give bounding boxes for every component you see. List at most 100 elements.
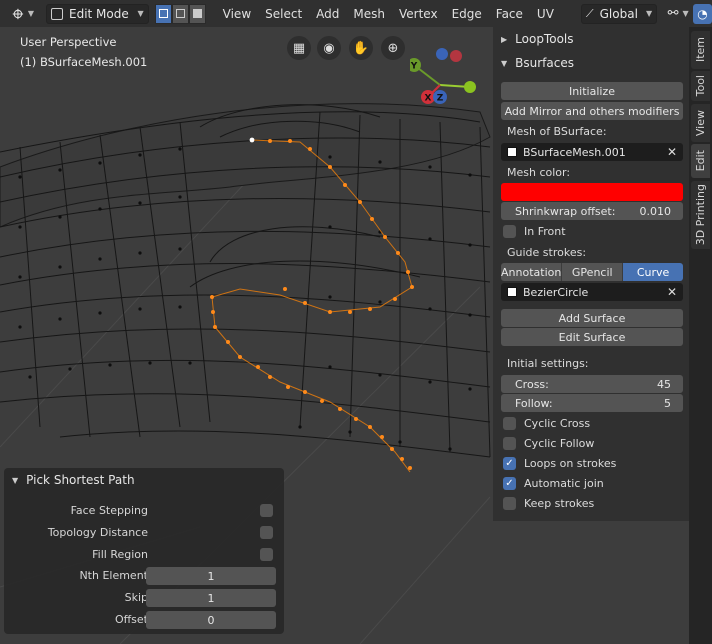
- curve-field[interactable]: BezierCircle ✕: [501, 283, 683, 301]
- topology-distance-row: Topology Distance: [4, 524, 284, 542]
- tab-tool[interactable]: Tool: [691, 71, 710, 101]
- keep-strokes-checkbox[interactable]: Keep strokes: [503, 497, 594, 510]
- initialize-button[interactable]: Initialize: [501, 82, 683, 100]
- cyclic-follow-label: Cyclic Follow: [524, 437, 595, 450]
- topology-distance-checkbox[interactable]: [260, 526, 273, 539]
- menu-vertex[interactable]: Vertex: [392, 4, 445, 24]
- grid-view-icon[interactable]: ▦: [287, 36, 311, 60]
- editor-3d-icon: [12, 8, 24, 19]
- vertex-select-icon[interactable]: [154, 3, 172, 24]
- curve-object-icon: [507, 287, 517, 297]
- chevron-down-icon: ▼: [682, 9, 689, 18]
- menu-edge[interactable]: Edge: [445, 4, 489, 24]
- menu-uv[interactable]: UV: [530, 4, 561, 24]
- tab-curve[interactable]: Curve: [623, 263, 684, 281]
- gizmo-x-label: X: [425, 94, 432, 104]
- mode-select[interactable]: Edit Mode ▼: [46, 3, 149, 24]
- operator-title: Pick Shortest Path: [26, 473, 135, 487]
- menu-add[interactable]: Add: [309, 4, 346, 24]
- mode-label: Edit Mode: [69, 6, 129, 21]
- add-mirror-button[interactable]: Add Mirror and others modifiers: [501, 102, 683, 120]
- keep-strokes-label: Keep strokes: [524, 497, 595, 510]
- edit-surface-button[interactable]: Edit Surface: [501, 328, 683, 346]
- bsurfaces-title: Bsurfaces: [515, 56, 574, 70]
- sidebar-panel: ▶ LoopTools ▼ Bsurfaces Initialize Add M…: [493, 27, 689, 521]
- fill-region-label: Fill Region: [92, 548, 148, 561]
- face-stepping-checkbox[interactable]: [260, 504, 273, 517]
- cross-label: Cross:: [515, 377, 549, 391]
- skip-label: Skip: [124, 591, 148, 604]
- orientation-select[interactable]: ⟋ Global ▼: [580, 3, 658, 24]
- checkmark-icon: ✓: [503, 457, 516, 470]
- checkbox-icon: [503, 417, 516, 430]
- looptools-title: LoopTools: [515, 32, 574, 46]
- offset-row: Offset 0: [4, 611, 284, 629]
- offset-label: Offset: [114, 613, 148, 626]
- topology-distance-label: Topology Distance: [47, 526, 148, 539]
- shrinkwrap-field[interactable]: Shrinkwrap offset: 0.010: [501, 202, 683, 220]
- offset-field[interactable]: 0: [146, 611, 276, 629]
- operator-panel: ▼ Pick Shortest Path Face Stepping Topol…: [4, 468, 284, 634]
- gizmo-y-label: Y: [410, 62, 418, 72]
- follow-value: 5: [664, 396, 671, 410]
- mesh-field[interactable]: BSurfaceMesh.001 ✕: [501, 143, 683, 161]
- expand-triangle-icon: ▼: [12, 475, 19, 485]
- orientation-icon: ⟋: [585, 6, 594, 20]
- editor-type-button[interactable]: ▼: [6, 4, 40, 24]
- add-surface-button[interactable]: Add Surface: [501, 309, 683, 327]
- cyclic-cross-checkbox[interactable]: Cyclic Cross: [503, 417, 590, 430]
- tab-edit[interactable]: Edit: [691, 144, 710, 178]
- automatic-join-checkbox[interactable]: ✓ Automatic join: [503, 477, 604, 490]
- menu-select[interactable]: Select: [258, 4, 309, 24]
- mesh-color-label: Mesh color:: [507, 166, 571, 179]
- gizmo-z-label: Z: [437, 94, 444, 104]
- tab-item-label: Item: [694, 37, 707, 63]
- sidebar-tabs: Item Tool View Edit 3D Printing: [689, 27, 712, 644]
- tab-gpencil[interactable]: GPencil: [562, 263, 624, 281]
- expand-triangle-icon: ▼: [501, 58, 508, 68]
- mesh-object-icon: [507, 147, 517, 157]
- cross-field[interactable]: Cross: 45: [501, 375, 683, 393]
- zoom-icon[interactable]: ⊕: [381, 36, 405, 60]
- pivot-button[interactable]: ⚯ ▼: [663, 4, 693, 24]
- tab-3d-printing[interactable]: 3D Printing: [691, 181, 710, 249]
- hand-pan-icon[interactable]: ✋: [349, 36, 373, 60]
- skip-row: Skip 1: [4, 589, 284, 607]
- tab-item[interactable]: Item: [691, 31, 710, 69]
- snap-button[interactable]: ◔: [693, 3, 712, 24]
- in-front-checkbox[interactable]: In Front: [503, 225, 566, 238]
- shrinkwrap-label: Shrinkwrap offset:: [515, 204, 616, 218]
- automatic-join-label: Automatic join: [524, 477, 604, 490]
- cyclic-cross-label: Cyclic Cross: [524, 417, 591, 430]
- operator-panel-header[interactable]: ▼ Pick Shortest Path: [12, 473, 135, 487]
- menu-mesh[interactable]: Mesh: [346, 4, 392, 24]
- menu-view[interactable]: View: [216, 4, 258, 24]
- camera-icon[interactable]: ◉: [317, 36, 341, 60]
- follow-field[interactable]: Follow: 5: [501, 394, 683, 412]
- loops-on-strokes-checkbox[interactable]: ✓ Loops on strokes: [503, 457, 616, 470]
- edge-select-icon[interactable]: [171, 3, 189, 24]
- tab-view-label: View: [694, 109, 707, 137]
- cyclic-follow-checkbox[interactable]: Cyclic Follow: [503, 437, 594, 450]
- link-icon: ⚯: [667, 6, 679, 21]
- checkbox-icon: [503, 497, 516, 510]
- axis-gizmo[interactable]: Y X Z: [410, 41, 490, 121]
- looptools-panel-header[interactable]: ▶ LoopTools: [493, 27, 689, 51]
- tab-view[interactable]: View: [691, 104, 710, 142]
- bsurfaces-panel-header[interactable]: ▼ Bsurfaces: [493, 51, 689, 75]
- clear-icon[interactable]: ✕: [667, 145, 677, 159]
- tab-edit-label: Edit: [694, 150, 707, 172]
- face-select-icon[interactable]: [188, 3, 206, 24]
- face-stepping-label: Face Stepping: [70, 504, 148, 517]
- fill-region-checkbox[interactable]: [260, 548, 273, 561]
- guide-strokes-label: Guide strokes:: [507, 246, 587, 259]
- cross-value: 45: [657, 377, 671, 391]
- mesh-color-swatch[interactable]: [501, 183, 683, 201]
- mesh-label: Mesh of BSurface:: [507, 125, 607, 138]
- clear-icon[interactable]: ✕: [667, 285, 677, 299]
- edit-mode-icon: [51, 7, 63, 20]
- menu-face[interactable]: Face: [489, 4, 530, 24]
- skip-field[interactable]: 1: [146, 589, 276, 607]
- nth-element-field[interactable]: 1: [146, 567, 276, 585]
- tab-annotation[interactable]: Annotation: [501, 263, 563, 281]
